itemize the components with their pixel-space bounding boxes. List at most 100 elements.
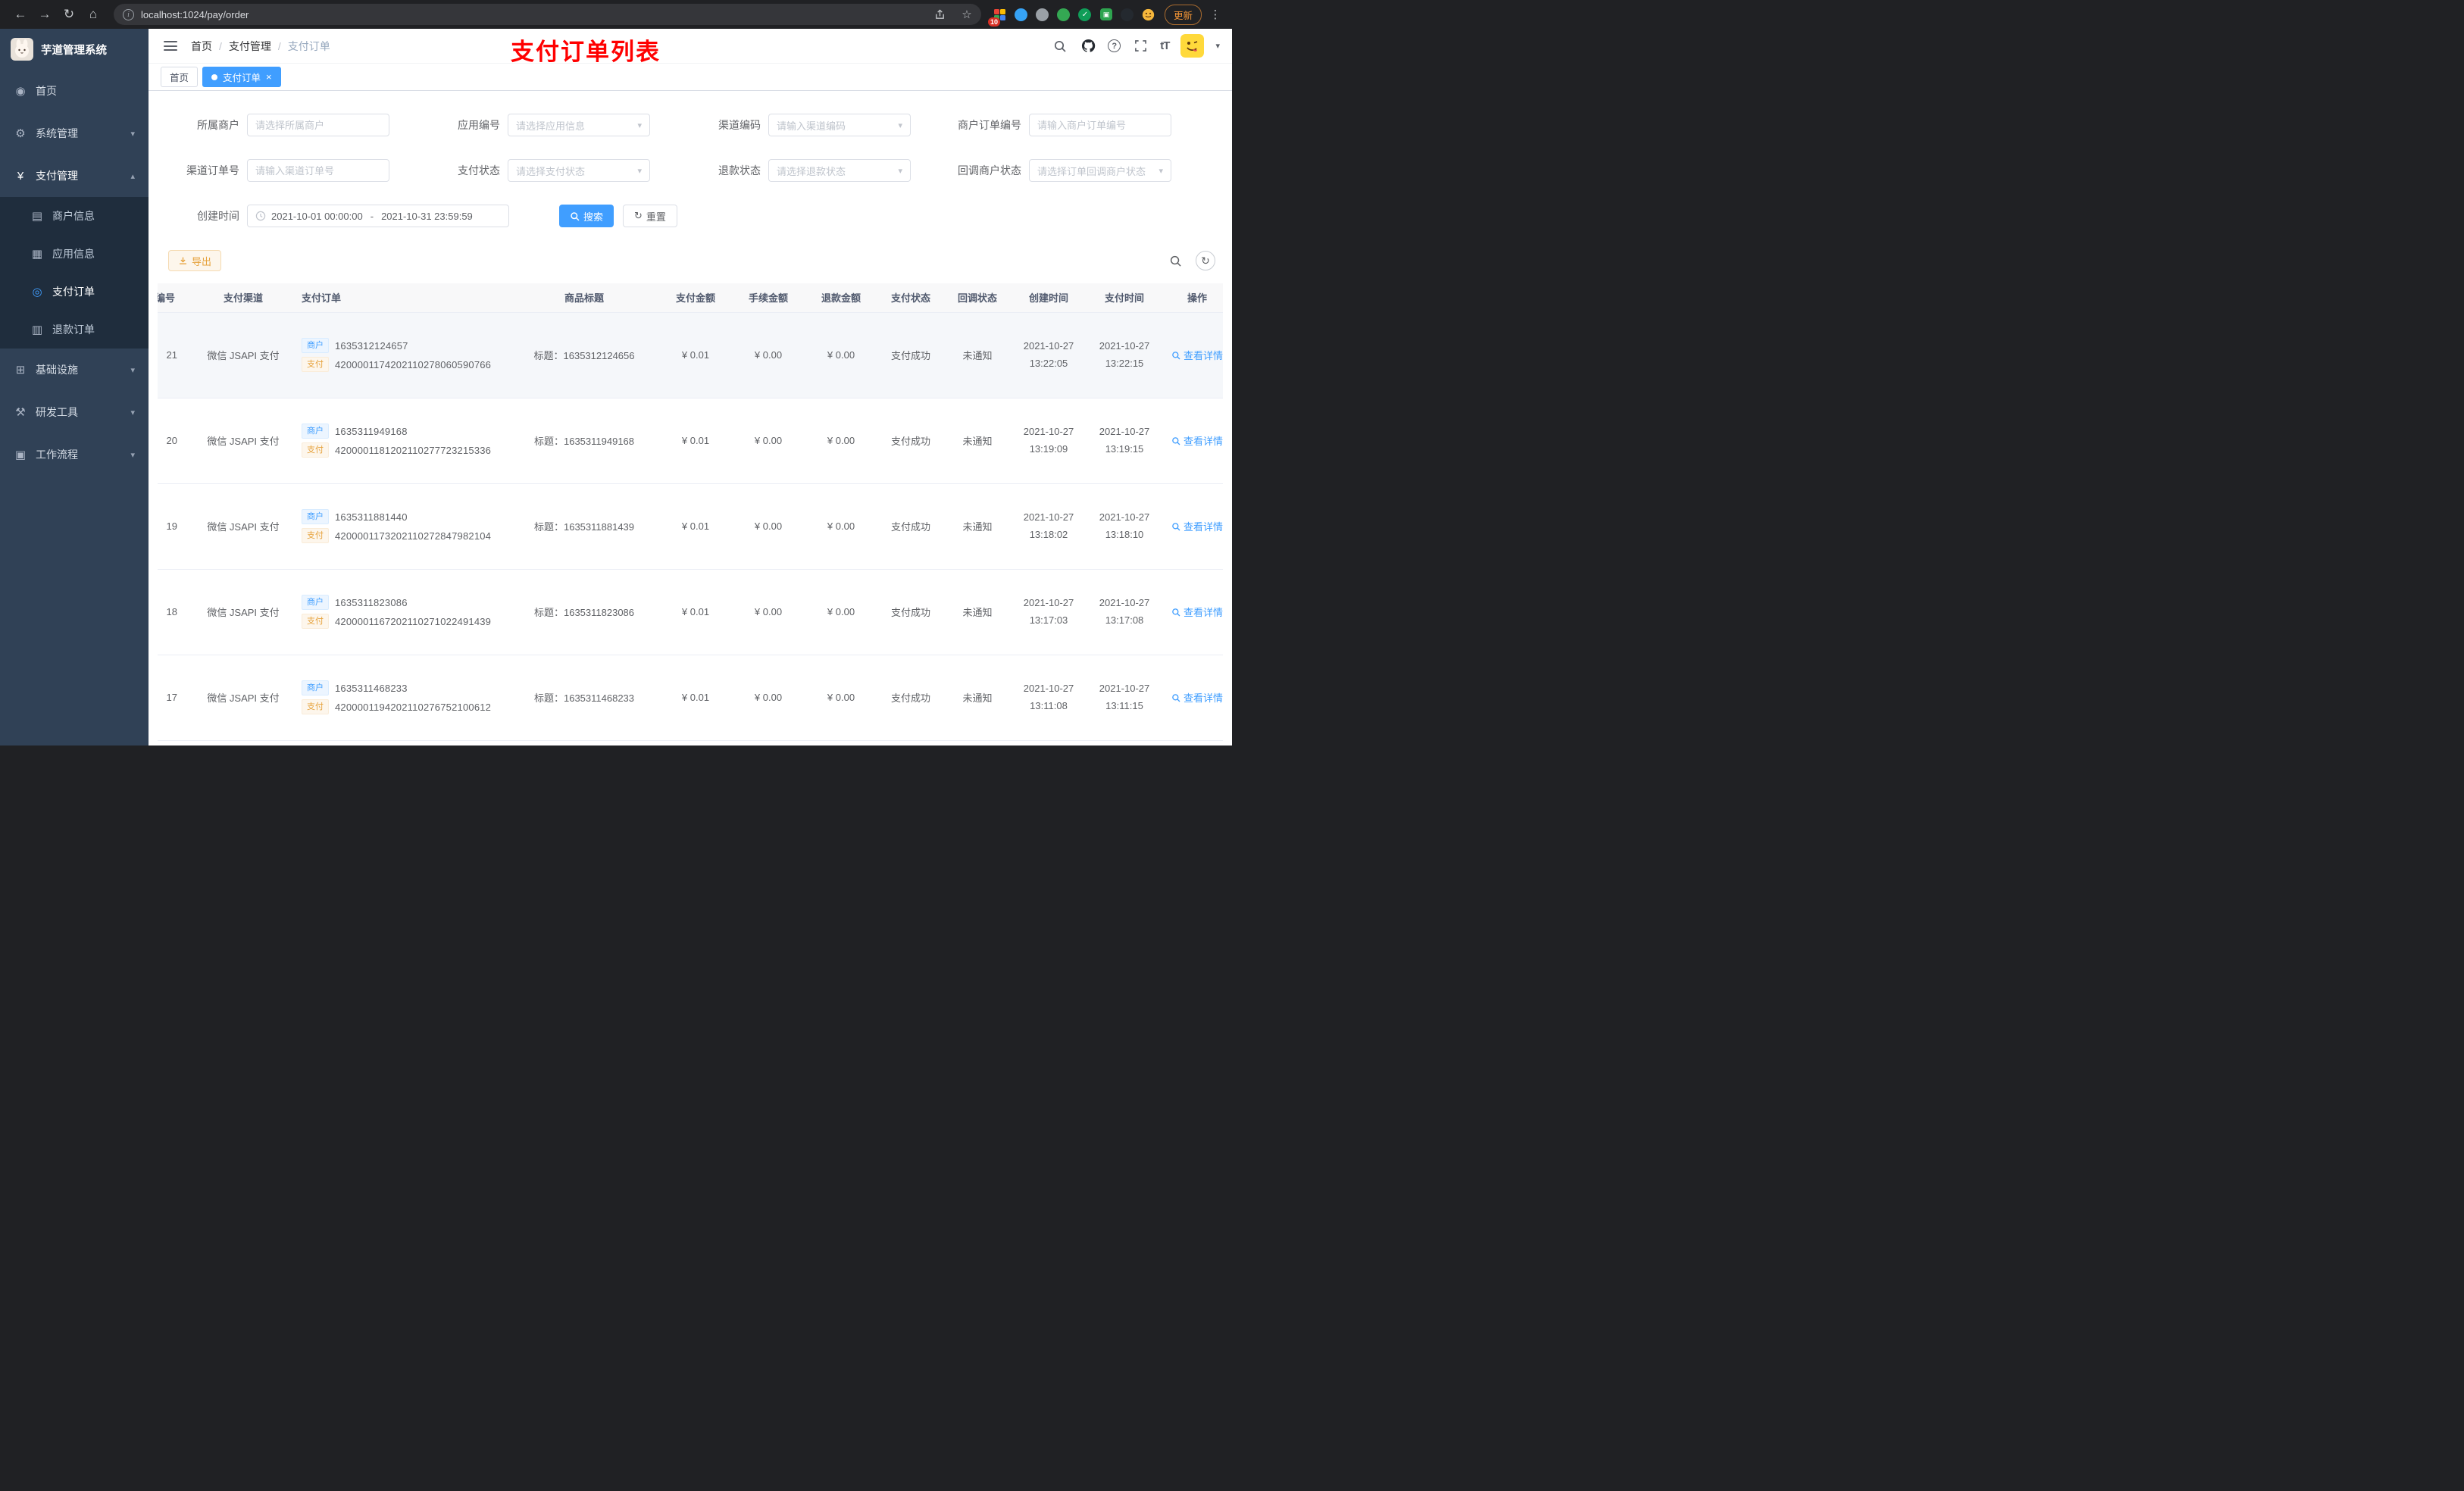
logo-title: 芋道管理系统 [41,44,107,57]
notify-status-select[interactable]: 请选择订单回调商户状态 ▾ [1029,159,1171,182]
sidebar-item-system[interactable]: ⚙ 系统管理 ▾ [0,112,149,155]
sidebar-item-workflow[interactable]: ▣ 工作流程 ▾ [0,433,149,476]
pay-status-select[interactable]: 请选择支付状态 ▾ [508,159,650,182]
forward-icon[interactable]: → [33,3,56,26]
merchant-order-no: 1635311823086 [335,596,408,608]
tab-home[interactable]: 首页 [161,67,199,87]
action-row: 导出 ↻ [168,250,1223,271]
search-button-label: 搜索 [583,211,604,223]
cell-action: 查看详情 [1162,312,1223,399]
search-icon [1172,608,1180,616]
app-logo[interactable]: 芋道管理系统 [0,29,149,70]
emoji-extension-icon[interactable] [1139,5,1159,24]
reload-icon[interactable]: ↻ [58,3,80,26]
export-button[interactable]: 导出 [168,250,222,271]
view-detail-link[interactable]: 查看详情 [1171,433,1223,448]
page: ← → ↻ ⌂ i localhost:1024/pay/order ☆ 10 … [0,0,1232,746]
sidebar-item-merchant-info[interactable]: ▤ 商户信息 [0,197,149,235]
sidebar-item-label: 退款订单 [52,324,95,336]
app-frame: 芋道管理系统 ◉ 首页 ⚙ 系统管理 ▾ ¥ 支付管理 ▴ ▤ 商户信息 ▦ 应… [0,29,1232,746]
drop-extension-icon[interactable] [1012,5,1031,24]
filter-merchant: 所属商户 [162,114,389,136]
search-icon[interactable] [1052,38,1068,55]
cell-fee: ¥ 0.00 [732,398,805,484]
bookmark-star-icon[interactable]: ☆ [957,5,977,24]
merchant-select[interactable] [247,114,389,136]
view-detail-link[interactable]: 查看详情 [1171,519,1223,533]
sidebar-item-label: 应用信息 [52,248,95,260]
cell-fee: ¥ 0.00 [732,312,805,399]
browser-update-button[interactable]: 更新 [1164,4,1202,25]
sidebar-item-refund-order[interactable]: ▥ 退款订单 [0,311,149,349]
font-size-icon[interactable]: tT [1160,39,1170,52]
green-extension-icon[interactable] [1054,5,1074,24]
breadcrumb-pay[interactable]: 支付管理 [229,39,271,54]
merchant-input[interactable] [255,119,381,131]
cell-status: 支付成功 [877,655,944,741]
merchant-order-no: 1635311468233 [335,682,408,694]
view-detail-link[interactable]: 查看详情 [1171,690,1223,705]
reset-button[interactable]: ↻ 重置 [623,205,677,227]
merchant-order-input-box[interactable] [1029,114,1171,136]
collapse-sidebar-icon[interactable] [164,41,177,51]
channel-order-input[interactable] [255,164,381,177]
breadcrumb-home[interactable]: 首页 [191,39,212,54]
back-icon[interactable]: ← [9,3,32,26]
date-range-separator: - [370,210,374,222]
sidebar-item-pay[interactable]: ¥ 支付管理 ▴ [0,155,149,197]
avatar-caret-icon[interactable]: ▾ [1215,41,1220,51]
url-text[interactable]: localhost:1024/pay/order [141,9,924,20]
col-header-fee: 手续金额 [732,283,805,313]
table-row: 17 微信 JSAPI 支付 商户 1635311468233 支付 4200001194… [158,655,1223,741]
tab-close-icon[interactable]: × [266,72,272,82]
user-avatar[interactable] [1180,34,1205,58]
site-info-icon[interactable]: i [123,8,134,20]
cell-refund: ¥ 0.00 [805,569,877,655]
select-placeholder: 请选择退款状态 [777,165,846,177]
share-icon[interactable] [930,5,950,24]
sidebar-item-infra[interactable]: ⊞ 基础设施 ▾ [0,349,149,391]
home-icon[interactable]: ⌂ [82,3,105,26]
channel-code-select[interactable]: 请输入渠道编码 ▾ [768,114,911,136]
channel-order-input-box[interactable] [247,159,389,182]
help-icon[interactable]: ? [1108,39,1121,52]
refresh-table-icon[interactable]: ↻ [1196,251,1215,270]
browser-chrome: ← → ↻ ⌂ i localhost:1024/pay/order ☆ 10 … [0,0,1232,29]
browser-menu-icon[interactable]: ⋮ [1208,8,1223,21]
filter-label: 渠道订单号 [186,164,239,177]
date-start-value[interactable]: 2021-10-01 00:00:00 [271,211,363,222]
cell-refund: ¥ 0.00 [805,483,877,570]
chat-extension-icon[interactable]: ▣ [1096,5,1116,24]
extensions-puzzle-icon[interactable]: 10 [987,5,1010,27]
col-header-channel: 支付渠道 [195,283,291,313]
gray-extension-icon[interactable] [1033,5,1052,24]
tab-pay-order[interactable]: 支付订单 × [202,67,281,87]
fullscreen-icon[interactable] [1132,38,1149,55]
app-select[interactable]: 请选择应用信息 ▾ [508,114,650,136]
cell-fee: ¥ 0.00 [732,483,805,570]
github-icon[interactable] [1080,38,1096,55]
toggle-search-icon[interactable] [1169,255,1182,267]
date-range-picker[interactable]: 2021-10-01 00:00:00 - 2021-10-31 23:59:5… [247,205,509,227]
target-icon: ◎ [32,286,42,299]
address-bar[interactable]: i localhost:1024/pay/order ☆ [114,4,981,25]
merchant-order-input[interactable] [1037,119,1163,131]
search-button[interactable]: 搜索 [559,205,614,227]
sidebar-item-pay-order[interactable]: ◎ 支付订单 [0,273,149,311]
sidebar-item-dev-tools[interactable]: ⚒ 研发工具 ▾ [0,391,149,433]
cell-notify: 未通知 [944,398,1011,484]
view-detail-link[interactable]: 查看详情 [1171,348,1223,362]
merchant-tag: 商户 [302,424,329,439]
refund-status-select[interactable]: 请选择退款状态 ▾ [768,159,911,182]
cell-action: 查看详情 [1162,483,1223,570]
view-detail-link[interactable]: 查看详情 [1171,605,1223,619]
check-extension-icon[interactable]: ✓ [1075,5,1095,24]
dark-extension-icon[interactable] [1118,5,1137,24]
filter-app: 应用编号 请选择应用信息 ▾ [423,114,650,136]
cell-status: 支付成功 [877,569,944,655]
col-header-id: 编号 [158,283,195,313]
sidebar-item-app-info[interactable]: ▦ 应用信息 [0,235,149,273]
sidebar-item-home[interactable]: ◉ 首页 [0,70,149,112]
content: 所属商户 应用编号 请选择应用信息 ▾ 渠道编码 [149,91,1232,746]
date-end-value[interactable]: 2021-10-31 23:59:59 [381,211,473,222]
